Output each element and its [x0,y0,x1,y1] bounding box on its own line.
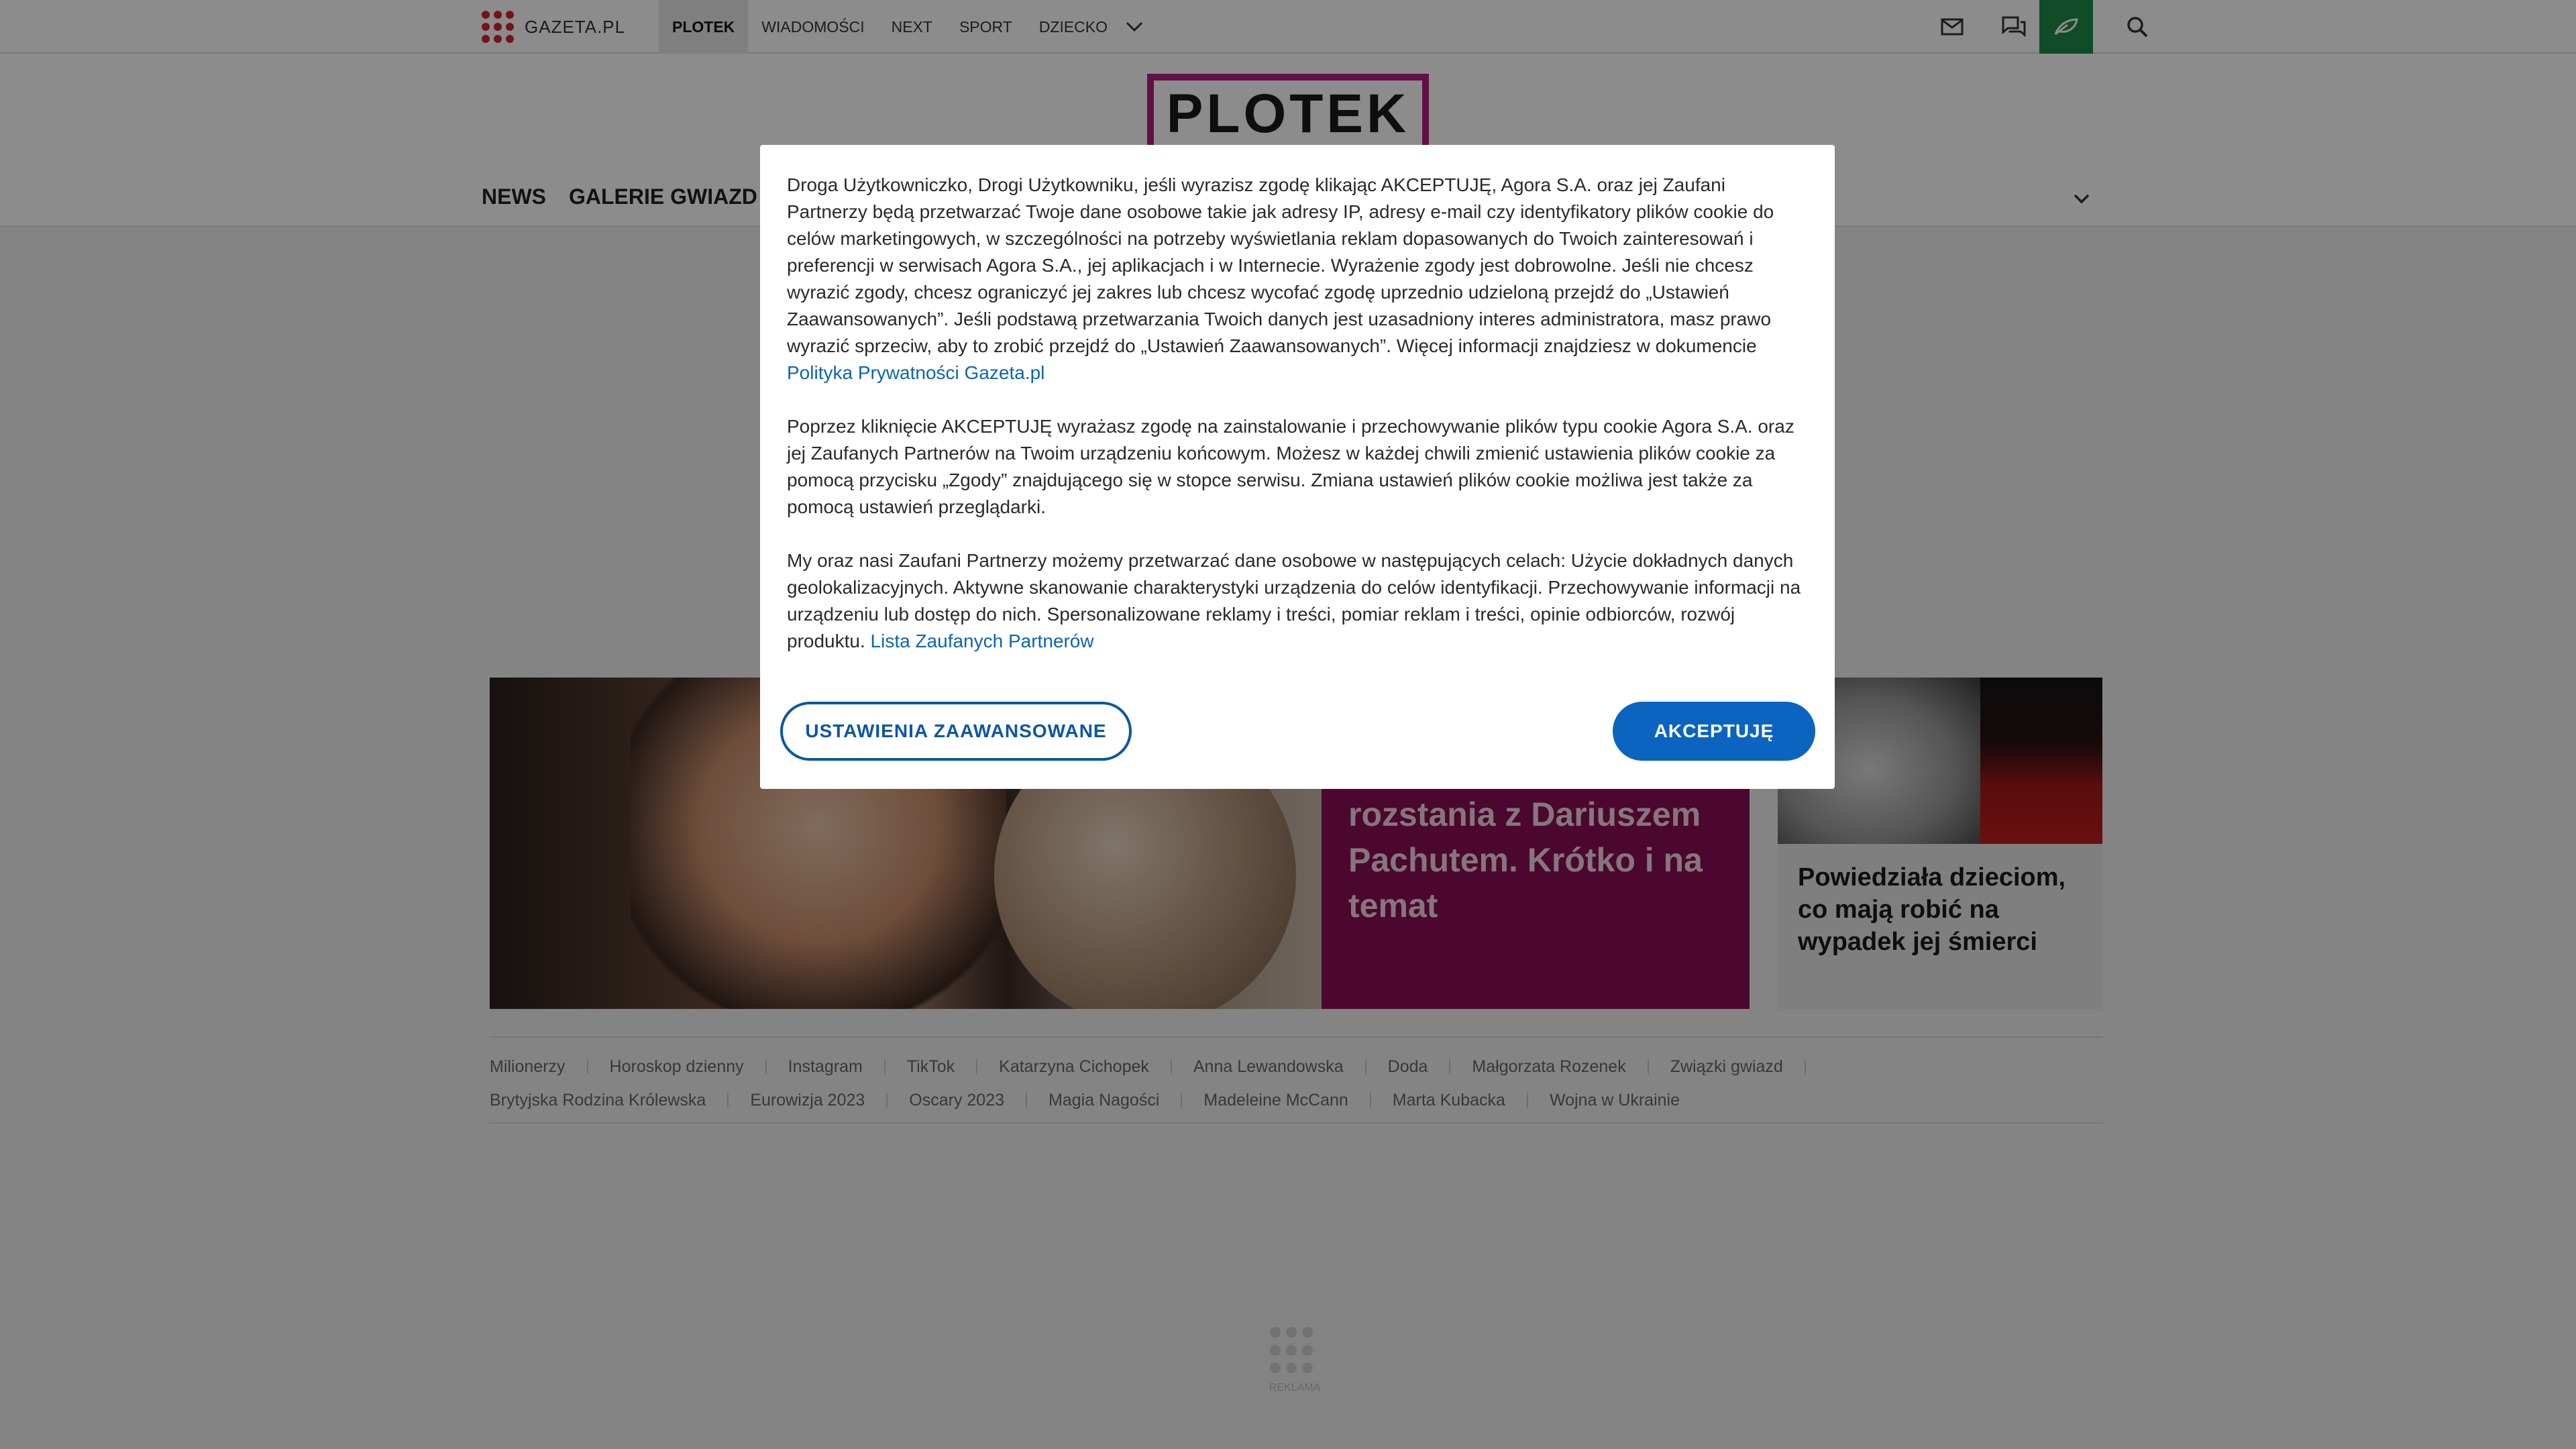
privacy-policy-link[interactable]: Polityka Prywatności Gazeta.pl [787,362,1044,383]
consent-paragraph-2: Poprzez kliknięcie AKCEPTUJĘ wyrażasz zg… [787,413,1808,521]
consent-text-2: Poprzez kliknięcie AKCEPTUJĘ wyrażasz zg… [787,416,1794,517]
consent-paragraph-1: Droga Użytkowniczko, Drogi Użytkowniku, … [787,172,1808,386]
consent-text-1: Droga Użytkowniczko, Drogi Użytkowniku, … [787,174,1774,356]
advanced-settings-button[interactable]: USTAWIENIA ZAAWANSOWANE [780,702,1132,761]
consent-dialog: Droga Użytkowniczko, Drogi Użytkowniku, … [760,145,1835,789]
consent-paragraph-3: My oraz nasi Zaufani Partnerzy możemy pr… [787,547,1808,655]
accept-button[interactable]: AKCEPTUJĘ [1613,702,1815,761]
trusted-partners-link[interactable]: Lista Zaufanych Partnerów [871,631,1094,651]
